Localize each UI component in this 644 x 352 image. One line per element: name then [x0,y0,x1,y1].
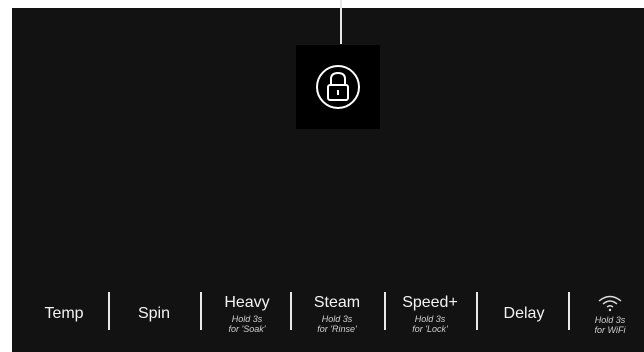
wifi-hint: Hold 3s for WiFi [595,315,626,335]
heavy-button[interactable]: Heavy Hold 3s for 'Soak' [206,278,288,350]
heavy-hint-line1: Hold 3s [231,314,263,324]
speed-plus-hint: Hold 3s for 'Lock' [412,314,447,334]
wifi-hint-line1: Hold 3s [594,315,626,325]
heavy-hint-line2: for 'Soak' [228,324,266,334]
divider [108,292,110,330]
wifi-icon [595,293,625,313]
speed-plus-label: Speed+ [402,294,458,311]
delay-label: Delay [503,305,545,322]
heavy-label: Heavy [224,294,270,311]
divider [290,292,292,330]
wifi-button[interactable]: Hold 3s for WiFi [576,278,644,350]
steam-hint-line1: Hold 3s [321,314,353,324]
wifi-hint-line2: for WiFi [594,325,626,335]
spin-label: Spin [137,305,171,322]
divider [476,292,478,330]
steam-hint-line2: for 'Rinse' [317,324,357,334]
divider [200,292,202,330]
divider [568,292,570,330]
steam-hint: Hold 3s for 'Rinse' [317,314,356,334]
lock-icon [314,63,362,111]
pointer-line [340,0,342,44]
steam-label: Steam [313,294,361,311]
lock-indicator[interactable] [296,45,380,129]
temp-button[interactable]: Temp [22,278,106,350]
button-bar: Temp Spin Heavy Hold 3s for 'Soak' Steam… [22,278,644,350]
speed-plus-button[interactable]: Speed+ Hold 3s for 'Lock' [386,278,474,350]
speed-plus-hint-line1: Hold 3s [414,314,446,324]
steam-button[interactable]: Steam Hold 3s for 'Rinse' [294,278,380,350]
heavy-hint: Hold 3s for 'Soak' [229,314,266,334]
temp-label: Temp [44,305,84,322]
delay-button[interactable]: Delay [480,278,568,350]
speed-plus-hint-line2: for 'Lock' [412,324,448,334]
spin-button[interactable]: Spin [112,278,196,350]
screen: Temp Spin Heavy Hold 3s for 'Soak' Steam… [0,0,644,352]
